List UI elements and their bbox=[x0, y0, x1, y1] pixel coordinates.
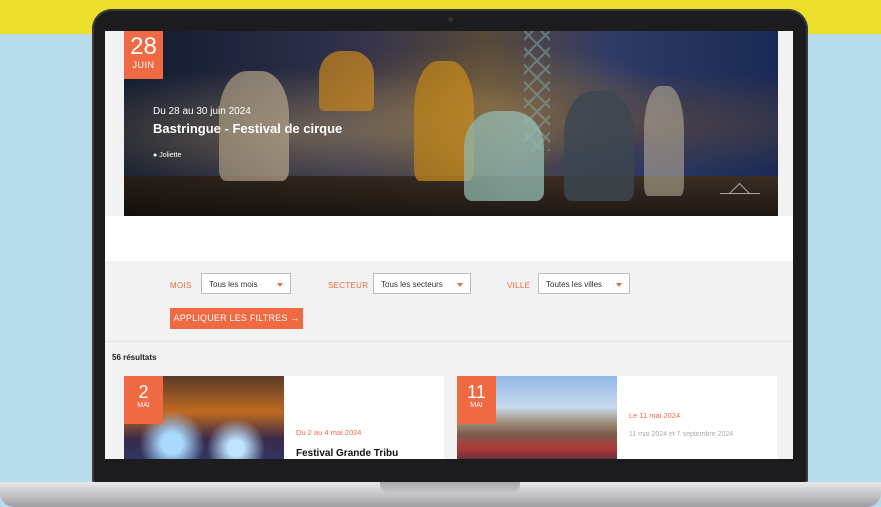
hero-date-badge: 28 JUIN bbox=[124, 31, 163, 79]
apply-filters-button[interactable]: APPLIQUER LES FILTRES → bbox=[170, 308, 303, 329]
event-card-date: Du 2 au 4 mai 2024 bbox=[296, 428, 362, 437]
event-card[interactable]: 2 MAI Du 2 au 4 mai 2024 Festival Grande… bbox=[124, 376, 444, 459]
camera-icon bbox=[448, 17, 453, 22]
hero-location-text: Joliette bbox=[159, 152, 182, 159]
event-card-date-badge: 2 MAI bbox=[124, 376, 163, 424]
spacer-strip bbox=[105, 216, 793, 261]
month-filter-label: MOIS bbox=[170, 281, 192, 290]
stage-truss bbox=[524, 31, 550, 151]
hero-event-banner[interactable]: 28 JUIN Du 28 au 30 juin 2024 Bastringue… bbox=[124, 31, 778, 216]
hero-badge-day: 28 bbox=[130, 33, 157, 60]
event-card-month: MAI bbox=[137, 402, 150, 409]
caret-down-icon bbox=[277, 283, 283, 287]
month-filter-value: Tous les mois bbox=[209, 280, 258, 289]
hero-date-range: Du 28 au 30 juin 2024 bbox=[153, 106, 251, 117]
performer-figure bbox=[644, 86, 684, 196]
event-card-title[interactable]: Festival Grande Tribu bbox=[296, 448, 398, 459]
performer-figure bbox=[464, 111, 544, 201]
sector-filter-select[interactable]: Tous les secteurs bbox=[373, 273, 471, 294]
hero-location: ● Joliette bbox=[153, 152, 342, 159]
sector-filter-value: Tous les secteurs bbox=[381, 280, 443, 289]
results-count: 56 résultats bbox=[112, 353, 157, 362]
event-card-date-badge: 11 MAI bbox=[457, 376, 496, 424]
hero-title[interactable]: Bastringue - Festival de cirque bbox=[153, 121, 342, 136]
event-card[interactable]: 11 MAI Le 11 mai 2024 11 mai 2024 et 7 s… bbox=[457, 376, 777, 459]
city-filter-label: VILLE bbox=[507, 281, 531, 290]
stage-floor bbox=[124, 176, 778, 216]
city-filter-value: Toutes les villes bbox=[546, 280, 603, 289]
performer-figure bbox=[414, 61, 474, 181]
hero-text: Du 28 au 30 juin 2024 Bastringue - Festi… bbox=[153, 106, 342, 159]
arrow-right-icon: → bbox=[290, 313, 300, 323]
event-card-extra-dates: 11 mai 2024 et 7 septembre 2024 bbox=[629, 431, 734, 438]
sector-filter-label: SECTEUR bbox=[328, 281, 369, 290]
event-card-month: MAI bbox=[470, 402, 483, 409]
venue-logo-icon bbox=[720, 193, 760, 206]
caret-down-icon bbox=[457, 283, 463, 287]
apply-filters-label: APPLIQUER LES FILTRES bbox=[173, 313, 288, 323]
performer-figure bbox=[564, 91, 634, 201]
filter-bar: MOIS Tous les mois SECTEUR Tous les sect… bbox=[105, 261, 793, 342]
performer-figure bbox=[319, 51, 374, 111]
month-filter-select[interactable]: Tous les mois bbox=[201, 273, 291, 294]
event-card-day: 2 bbox=[138, 382, 149, 402]
caret-down-icon bbox=[616, 283, 622, 287]
browser-screen: 28 JUIN Du 28 au 30 juin 2024 Bastringue… bbox=[105, 31, 793, 459]
event-card-day: 11 bbox=[467, 382, 486, 402]
event-card-date: Le 11 mai 2024 bbox=[629, 411, 681, 420]
city-filter-select[interactable]: Toutes les villes bbox=[538, 273, 630, 294]
hero-badge-month: JUIN bbox=[132, 60, 155, 70]
laptop-notch bbox=[380, 482, 520, 494]
